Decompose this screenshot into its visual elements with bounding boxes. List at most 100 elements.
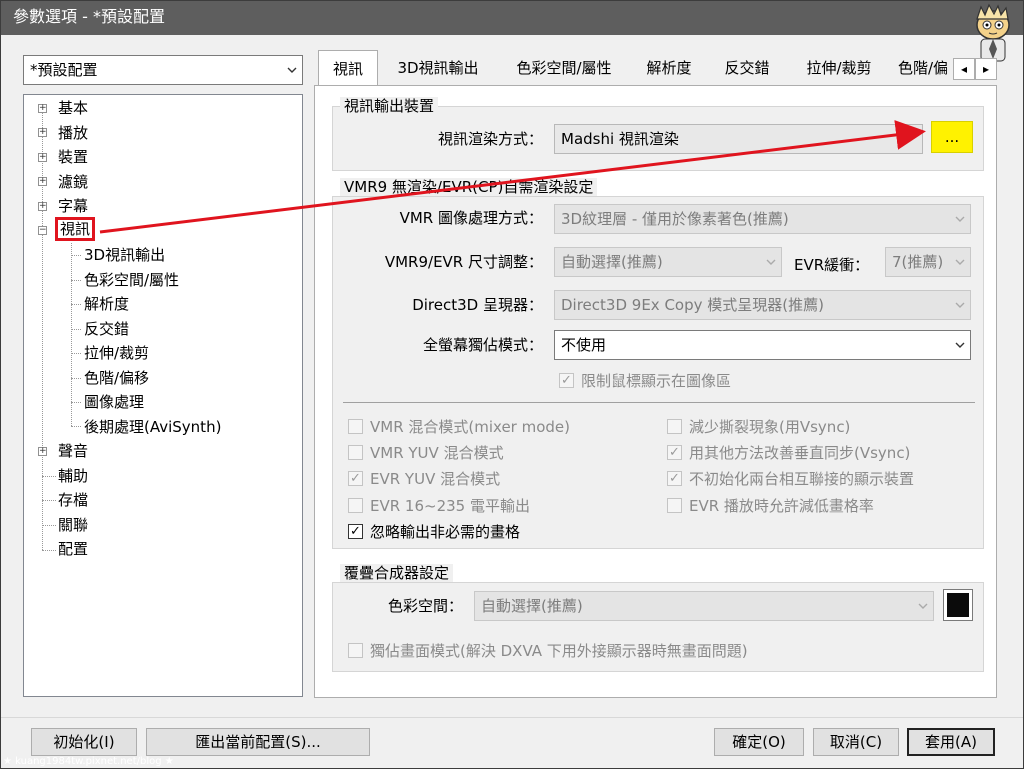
- exclusive-mode-label: 獨佔畫面模式(解決 DXVA 下用外接顯示器時無畫面問題): [370, 642, 748, 660]
- renderer-field[interactable]: Madshi 視訊渲染: [554, 124, 923, 154]
- resize-select[interactable]: 自動選擇(推薦): [554, 247, 782, 277]
- tab-3d-output[interactable]: 3D視訊輸出: [386, 52, 490, 85]
- window-title: 參數選項 - *預設配置: [13, 7, 165, 26]
- exclusive-mode-checkbox[interactable]: 獨佔畫面模式(解決 DXVA 下用外接顯示器時無畫面問題): [348, 641, 748, 661]
- expand-plus-icon[interactable]: +: [38, 447, 47, 456]
- tree-item-image-processing[interactable]: 圖像處理: [84, 391, 144, 413]
- checkbox-box: ✓: [667, 471, 682, 486]
- expand-plus-icon[interactable]: +: [38, 202, 47, 211]
- d3d-renderer-value: Direct3D 9Ex Copy 模式呈現器(推薦): [561, 296, 824, 314]
- collapse-minus-icon[interactable]: −: [38, 226, 47, 235]
- tab-levels-offset[interactable]: 色階/偏: [898, 52, 954, 85]
- tree-connector: [71, 304, 81, 305]
- checkbox-box: ✓: [559, 373, 574, 388]
- checkbox-box: ✓: [667, 445, 682, 460]
- d3d-renderer-select[interactable]: Direct3D 9Ex Copy 模式呈現器(推薦): [554, 290, 971, 320]
- tree-connector: [42, 105, 43, 550]
- reset-button[interactable]: 初始化(I): [31, 728, 137, 756]
- tree-item-deinterlace[interactable]: 反交錯: [84, 318, 129, 340]
- checkmark-icon: ✓: [350, 471, 361, 486]
- tree-item-profile[interactable]: 配置: [58, 538, 88, 560]
- tree-connector: [71, 426, 81, 427]
- tree-item-color-space[interactable]: 色彩空間/屬性: [84, 269, 179, 291]
- checkbox-box: ✓: [348, 471, 363, 486]
- apply-button[interactable]: 套用(A): [907, 728, 995, 756]
- expand-plus-icon[interactable]: +: [38, 153, 47, 162]
- tree-item-levels-offset[interactable]: 色階/偏移: [84, 367, 149, 389]
- watermark: ★ kuang1984tw.pixnet.net/blog ★: [3, 756, 174, 767]
- video-settings-panel: 視訊輸出裝置 視訊渲染方式： Madshi 視訊渲染 ... VMR9 無渲染/…: [314, 85, 997, 698]
- tree-item-association[interactable]: 關聯: [58, 514, 88, 536]
- tree-item-device[interactable]: 裝置: [58, 146, 88, 168]
- tree-item-filters[interactable]: 濾鏡: [58, 171, 88, 193]
- tree-item-subtitles[interactable]: 字幕: [58, 195, 88, 217]
- tab-video[interactable]: 視訊: [318, 50, 378, 85]
- evr-buffer-value: 7(推薦): [892, 253, 944, 271]
- tree-item-save[interactable]: 存檔: [58, 489, 88, 511]
- vmr-yuv-label: VMR YUV 混合模式: [370, 444, 504, 462]
- tree-connector: [71, 402, 81, 403]
- tree-connector: [71, 329, 81, 330]
- tree-connector: [42, 525, 56, 526]
- tree-item-3d-output[interactable]: 3D視訊輸出: [84, 244, 165, 266]
- color-space-select[interactable]: 自動選擇(推薦): [474, 591, 934, 621]
- checkbox-box: [667, 498, 682, 513]
- tree-item-assist[interactable]: 輔助: [58, 465, 88, 487]
- fullscreen-value: 不使用: [561, 336, 607, 354]
- vmr-mixer-checkbox[interactable]: VMR 混合模式(mixer mode): [348, 417, 570, 437]
- cancel-button[interactable]: 取消(C): [813, 728, 899, 756]
- export-profile-button[interactable]: 匯出當前配置(S)...: [146, 728, 370, 756]
- evr-buffer-label: EVR緩衝：: [794, 256, 870, 274]
- output-device-group-title: 視訊輸出裝置: [340, 97, 439, 115]
- checkbox-box: [348, 498, 363, 513]
- tab-scroll-left-icon[interactable]: ◂: [953, 58, 975, 80]
- reduce-tearing-checkbox[interactable]: 減少撕裂現象(用Vsync): [667, 417, 850, 437]
- reduce-tearing-label: 減少撕裂現象(用Vsync): [689, 418, 851, 436]
- checkbox-box: [348, 445, 363, 460]
- vmr-yuv-checkbox[interactable]: VMR YUV 混合模式: [348, 443, 504, 463]
- alt-vsync-checkbox[interactable]: ✓ 用其他方法改善垂直同步(Vsync): [667, 443, 910, 463]
- tree-item-resolution[interactable]: 解析度: [84, 293, 129, 315]
- profile-select[interactable]: *預設配置: [23, 55, 303, 85]
- no-init-display-label: 不初始化兩台相互聯接的顯示裝置: [689, 470, 915, 488]
- tab-scroll-right-icon[interactable]: ▸: [975, 58, 997, 80]
- tree-item-postprocessing[interactable]: 後期處理(AviSynth): [84, 416, 221, 438]
- tab-deinterlace[interactable]: 反交錯: [714, 52, 780, 85]
- tab-color-space[interactable]: 色彩空間/屬性: [502, 52, 626, 85]
- evr-16-235-label: EVR 16~235 電平輸出: [370, 497, 530, 515]
- evr-reduce-framerate-checkbox[interactable]: EVR 播放時允許減低畫格率: [667, 496, 874, 516]
- overlay-group-title: 覆疊合成器設定: [340, 564, 454, 582]
- limit-mouse-checkbox[interactable]: ✓ 限制鼠標顯示在圖像區: [559, 371, 731, 391]
- fullscreen-select[interactable]: 不使用: [554, 330, 971, 360]
- tree-item-basic[interactable]: 基本: [58, 97, 88, 119]
- image-proc-select[interactable]: 3D紋理層 - 僅用於像素著色(推薦): [554, 204, 971, 234]
- tree-connector: [71, 255, 81, 256]
- no-init-display-checkbox[interactable]: ✓ 不初始化兩台相互聯接的顯示裝置: [667, 469, 914, 489]
- ok-button[interactable]: 確定(O): [714, 728, 804, 756]
- tab-stretch-crop[interactable]: 拉伸/裁剪: [794, 52, 884, 85]
- settings-tree: + + + + + − + 基本 播放 裝置 濾鏡 字幕 視訊 3D視訊輸出 色…: [23, 94, 303, 697]
- tab-resolution[interactable]: 解析度: [636, 52, 702, 85]
- color-swatch-button[interactable]: [943, 589, 973, 621]
- tree-connector: [71, 243, 72, 426]
- tree-item-stretch-crop[interactable]: 拉伸/裁剪: [84, 342, 149, 364]
- evr-16-235-checkbox[interactable]: EVR 16~235 電平輸出: [348, 496, 530, 516]
- tree-item-audio[interactable]: 聲音: [58, 440, 88, 462]
- expand-plus-icon[interactable]: +: [38, 177, 47, 186]
- skip-frames-checkbox[interactable]: ✓ 忽略輸出非必需的畫格: [348, 522, 520, 542]
- d3d-renderer-label: Direct3D 呈現器：: [412, 296, 543, 314]
- checkbox-box: [348, 643, 363, 658]
- resize-label: VMR9/EVR 尺寸調整：: [384, 253, 543, 271]
- vmr-mixer-label: VMR 混合模式(mixer mode): [370, 418, 570, 436]
- tree-connector: [71, 353, 81, 354]
- evr-yuv-checkbox[interactable]: ✓ EVR YUV 混合模式: [348, 469, 500, 489]
- evr-yuv-label: EVR YUV 混合模式: [370, 470, 501, 488]
- tree-item-video[interactable]: 視訊: [55, 217, 96, 241]
- tree-item-playback[interactable]: 播放: [58, 122, 88, 144]
- checkbox-box: [667, 419, 682, 434]
- evr-buffer-select[interactable]: 7(推薦): [885, 247, 971, 277]
- expand-plus-icon[interactable]: +: [38, 104, 47, 113]
- renderer-browse-button[interactable]: ...: [931, 121, 973, 153]
- expand-plus-icon[interactable]: +: [38, 128, 47, 137]
- renderer-value: Madshi 視訊渲染: [561, 130, 679, 148]
